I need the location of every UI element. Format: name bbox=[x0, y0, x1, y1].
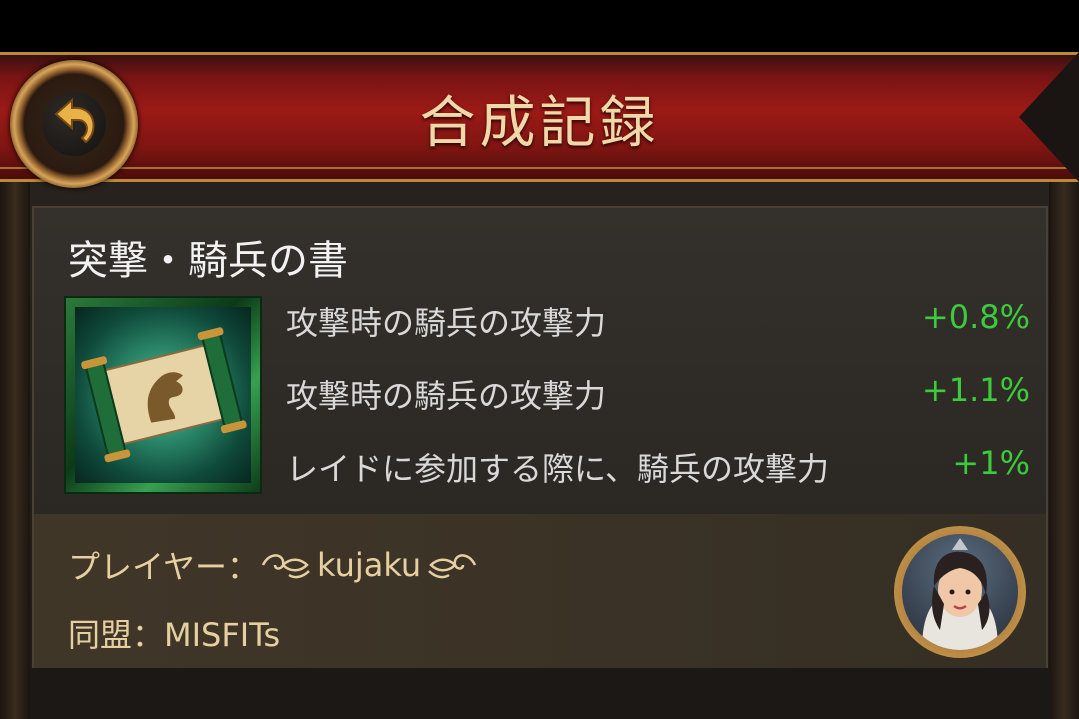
player-line: プレイヤー： kujaku bbox=[68, 542, 479, 588]
back-button[interactable] bbox=[10, 60, 138, 188]
cavalry-scroll-icon bbox=[81, 327, 247, 463]
record-card: 突撃・騎兵の書 攻撃時の騎兵の攻撃力 +0.8% 攻撃時の騎兵の攻撃力 +1.1… bbox=[32, 206, 1048, 668]
stats-list: 攻撃時の騎兵の攻撃力 +0.8% 攻撃時の騎兵の攻撃力 +1.1% レイドに参加… bbox=[286, 292, 1030, 511]
stat-row: 攻撃時の騎兵の攻撃力 +0.8% bbox=[286, 292, 1030, 365]
back-button-inner bbox=[42, 92, 106, 156]
stat-label: 攻撃時の騎兵の攻撃力 bbox=[286, 377, 607, 415]
book-icon-frame[interactable] bbox=[64, 296, 262, 494]
avatar-inner bbox=[902, 534, 1018, 650]
player-avatar[interactable] bbox=[894, 526, 1026, 658]
left-frame bbox=[0, 182, 30, 719]
back-arrow-icon bbox=[54, 97, 95, 144]
stat-label: レイドに参加する際に、騎兵の攻撃力 bbox=[286, 450, 830, 488]
book-icon-background bbox=[75, 307, 251, 483]
stat-value: +0.8% bbox=[921, 298, 1030, 336]
book-title: 突撃・騎兵の書 bbox=[68, 238, 348, 284]
page-title: 合成記録 bbox=[419, 91, 660, 156]
left-flourish-icon bbox=[261, 554, 310, 579]
stat-label: 攻撃時の騎兵の攻撃力 bbox=[286, 304, 607, 342]
bottom-strip bbox=[30, 668, 1050, 719]
alliance-line: 同盟：MISFITs bbox=[68, 616, 281, 654]
stat-row: レイドに参加する際に、騎兵の攻撃力 +1% bbox=[286, 438, 1030, 511]
player-name[interactable]: kujaku bbox=[317, 546, 421, 584]
book-section: 突撃・騎兵の書 攻撃時の騎兵の攻撃力 +0.8% 攻撃時の騎兵の攻撃力 +1.1… bbox=[34, 208, 1046, 514]
player-avatar-icon bbox=[922, 538, 998, 650]
right-frame bbox=[1049, 182, 1079, 719]
stat-value: +1.1% bbox=[921, 371, 1030, 409]
stat-row: 攻撃時の騎兵の攻撃力 +1.1% bbox=[286, 365, 1030, 438]
right-flourish-icon bbox=[428, 554, 477, 579]
player-prefix: プレイヤー： bbox=[68, 548, 260, 586]
player-section: プレイヤー： kujaku 同盟：MISFITs bbox=[34, 514, 1046, 668]
stat-value: +1% bbox=[952, 444, 1030, 482]
top-black-bar bbox=[0, 0, 1079, 52]
